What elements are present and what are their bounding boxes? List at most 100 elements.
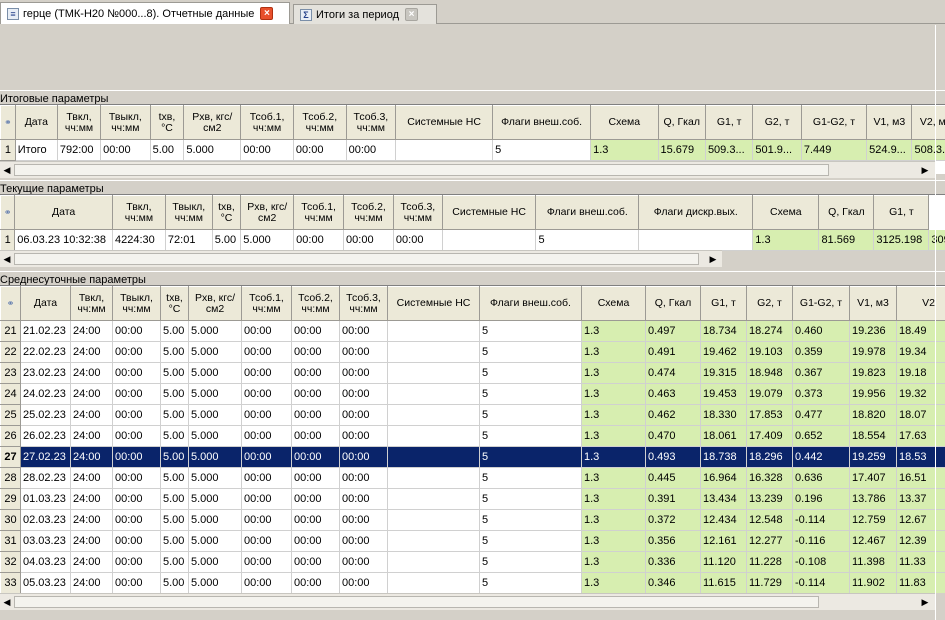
row-number[interactable]: 32 — [0, 551, 21, 573]
table-row[interactable]: 24 24.02.23 24:00 00:00 5.00 5.000 00:00 00:00 0… — [0, 383, 945, 405]
table-cell[interactable]: 00:00 — [339, 488, 388, 510]
table-cell[interactable]: 00:00 — [291, 404, 340, 426]
link-icon[interactable]: ⚭ — [0, 195, 16, 230]
table-cell[interactable]: 0.445 — [645, 467, 701, 489]
table-cell[interactable]: 00:00 — [291, 467, 340, 489]
table-cell[interactable]: 5.000 — [188, 467, 242, 489]
table-cell[interactable] — [387, 362, 480, 384]
column-header[interactable]: Q, Гкал — [818, 195, 875, 230]
table-cell[interactable]: 00:00 — [291, 383, 340, 405]
table-cell[interactable]: 0.367 — [792, 362, 850, 384]
table-cell[interactable]: 0.391 — [645, 488, 701, 510]
table-cell[interactable]: 5.00 — [160, 383, 189, 405]
table-cell[interactable]: 1.3 — [752, 229, 820, 251]
tab-report-data[interactable]: ≡ герце (ТМК-Н20 №000...8). Отчетные дан… — [0, 2, 290, 24]
table-cell[interactable]: 5.000 — [188, 446, 242, 468]
table-cell[interactable]: 72:01 — [165, 229, 213, 251]
table-cell[interactable]: 00:00 — [339, 446, 388, 468]
column-header[interactable]: Тсоб.2, чч:мм — [343, 195, 394, 230]
table-cell[interactable]: 00:00 — [339, 404, 388, 426]
table-cell[interactable]: 12.39 — [896, 530, 945, 552]
table-cell[interactable]: 12.277 — [746, 530, 793, 552]
table-cell[interactable]: 00:00 — [339, 467, 388, 489]
table-cell[interactable]: 24:00 — [70, 509, 113, 531]
table-cell[interactable]: 0.356 — [645, 530, 701, 552]
table-cell[interactable]: 25.02.23 — [20, 404, 71, 426]
table-cell[interactable]: 5 — [479, 467, 582, 489]
table-cell[interactable]: 00:00 — [339, 509, 388, 531]
table-cell[interactable]: 1.3 — [581, 362, 646, 384]
table-cell[interactable]: 24:00 — [70, 446, 113, 468]
table-cell[interactable]: 5 — [479, 572, 582, 593]
table-cell[interactable]: 0.493 — [645, 446, 701, 468]
table-cell[interactable]: 00:00 — [112, 488, 161, 510]
table-cell[interactable]: 00:00 — [112, 404, 161, 426]
table-cell[interactable]: 5.000 — [188, 530, 242, 552]
table-cell[interactable]: 1.3 — [581, 425, 646, 447]
table-cell[interactable]: 0.470 — [645, 425, 701, 447]
table-cell[interactable]: 12.67 — [896, 509, 945, 531]
table-cell[interactable]: 508.3... — [911, 139, 945, 161]
table-cell[interactable]: 05.03.23 — [20, 572, 71, 593]
table-cell[interactable]: 11.33 — [896, 551, 945, 573]
column-header[interactable]: Q, Гкал — [657, 105, 706, 140]
column-header[interactable]: Твкл, чч:мм — [111, 195, 166, 230]
link-icon[interactable]: ⚭ — [0, 286, 21, 321]
table-cell[interactable]: 1.3 — [581, 341, 646, 363]
table-cell[interactable]: -0.114 — [792, 572, 850, 593]
table-cell[interactable]: 5.00 — [160, 446, 189, 468]
table-cell[interactable]: 24.02.23 — [20, 383, 71, 405]
table-cell[interactable]: 1.3 — [581, 551, 646, 573]
column-header[interactable]: Тсоб.1, чч:мм — [241, 286, 292, 321]
table-cell[interactable]: 00:00 — [241, 551, 292, 573]
table-cell[interactable] — [387, 341, 480, 363]
table-cell[interactable]: 24:00 — [70, 551, 113, 573]
table-cell[interactable]: 00:00 — [291, 530, 340, 552]
table-cell[interactable]: 11.228 — [746, 551, 793, 573]
table-cell[interactable] — [387, 551, 480, 573]
table-cell[interactable]: 5 — [479, 530, 582, 552]
table-cell[interactable]: 5.000 — [188, 572, 242, 593]
column-header[interactable]: tхв, °С — [149, 105, 185, 140]
table-cell[interactable]: 1.3 — [581, 446, 646, 468]
table-cell[interactable]: 5.000 — [188, 509, 242, 531]
column-header[interactable]: G2, т — [746, 286, 793, 321]
table-cell[interactable]: 24:00 — [70, 320, 113, 342]
table-cell[interactable]: 81.569 — [818, 229, 875, 251]
table-cell[interactable]: 00:00 — [291, 488, 340, 510]
table-cell[interactable]: 00:00 — [241, 425, 292, 447]
table-cell[interactable]: 00:00 — [339, 572, 388, 593]
column-header[interactable]: Твыкл, чч:мм — [112, 286, 161, 321]
column-header[interactable]: Рхв, кгс/см2 — [188, 286, 242, 321]
table-cell[interactable] — [387, 467, 480, 489]
table-cell[interactable]: 24:00 — [70, 383, 113, 405]
column-header[interactable]: Твкл, чч:мм — [70, 286, 113, 321]
row-number[interactable]: 25 — [0, 404, 21, 426]
table-cell[interactable]: 18.296 — [746, 446, 793, 468]
table-cell[interactable]: 18.554 — [849, 425, 897, 447]
table-cell[interactable]: 0.442 — [792, 446, 850, 468]
table-cell[interactable]: 27.02.23 — [20, 446, 71, 468]
column-header[interactable]: Твкл, чч:мм — [56, 105, 102, 140]
table-cell[interactable]: 00:00 — [112, 572, 161, 593]
table-cell[interactable]: 501.9... — [752, 139, 802, 161]
table-cell[interactable]: 17.407 — [849, 467, 897, 489]
table-cell[interactable]: 13.434 — [700, 488, 747, 510]
table-cell[interactable]: 5.000 — [188, 362, 242, 384]
table-cell[interactable]: 18.948 — [746, 362, 793, 384]
column-header[interactable]: Схема — [590, 105, 659, 140]
scroll-right-icon[interactable]: ▶ — [918, 162, 932, 178]
table-cell[interactable]: 18.061 — [700, 425, 747, 447]
table-cell[interactable]: 0.491 — [645, 341, 701, 363]
table-cell[interactable]: 19.978 — [849, 341, 897, 363]
table-cell[interactable]: 19.315 — [700, 362, 747, 384]
table-cell[interactable]: 19.18 — [896, 362, 945, 384]
scroll-left-icon[interactable]: ◀ — [0, 594, 14, 610]
table-cell[interactable]: 00:00 — [112, 467, 161, 489]
table-cell[interactable]: 00:00 — [339, 530, 388, 552]
column-header[interactable]: Рхв, кгс/см2 — [183, 105, 242, 140]
column-header[interactable]: G1, т — [873, 195, 930, 230]
table-row[interactable]: 23 23.02.23 24:00 00:00 5.00 5.000 00:00 00:00 0… — [0, 362, 945, 384]
row-number[interactable]: 22 — [0, 341, 21, 363]
table-cell[interactable]: 0.477 — [792, 404, 850, 426]
